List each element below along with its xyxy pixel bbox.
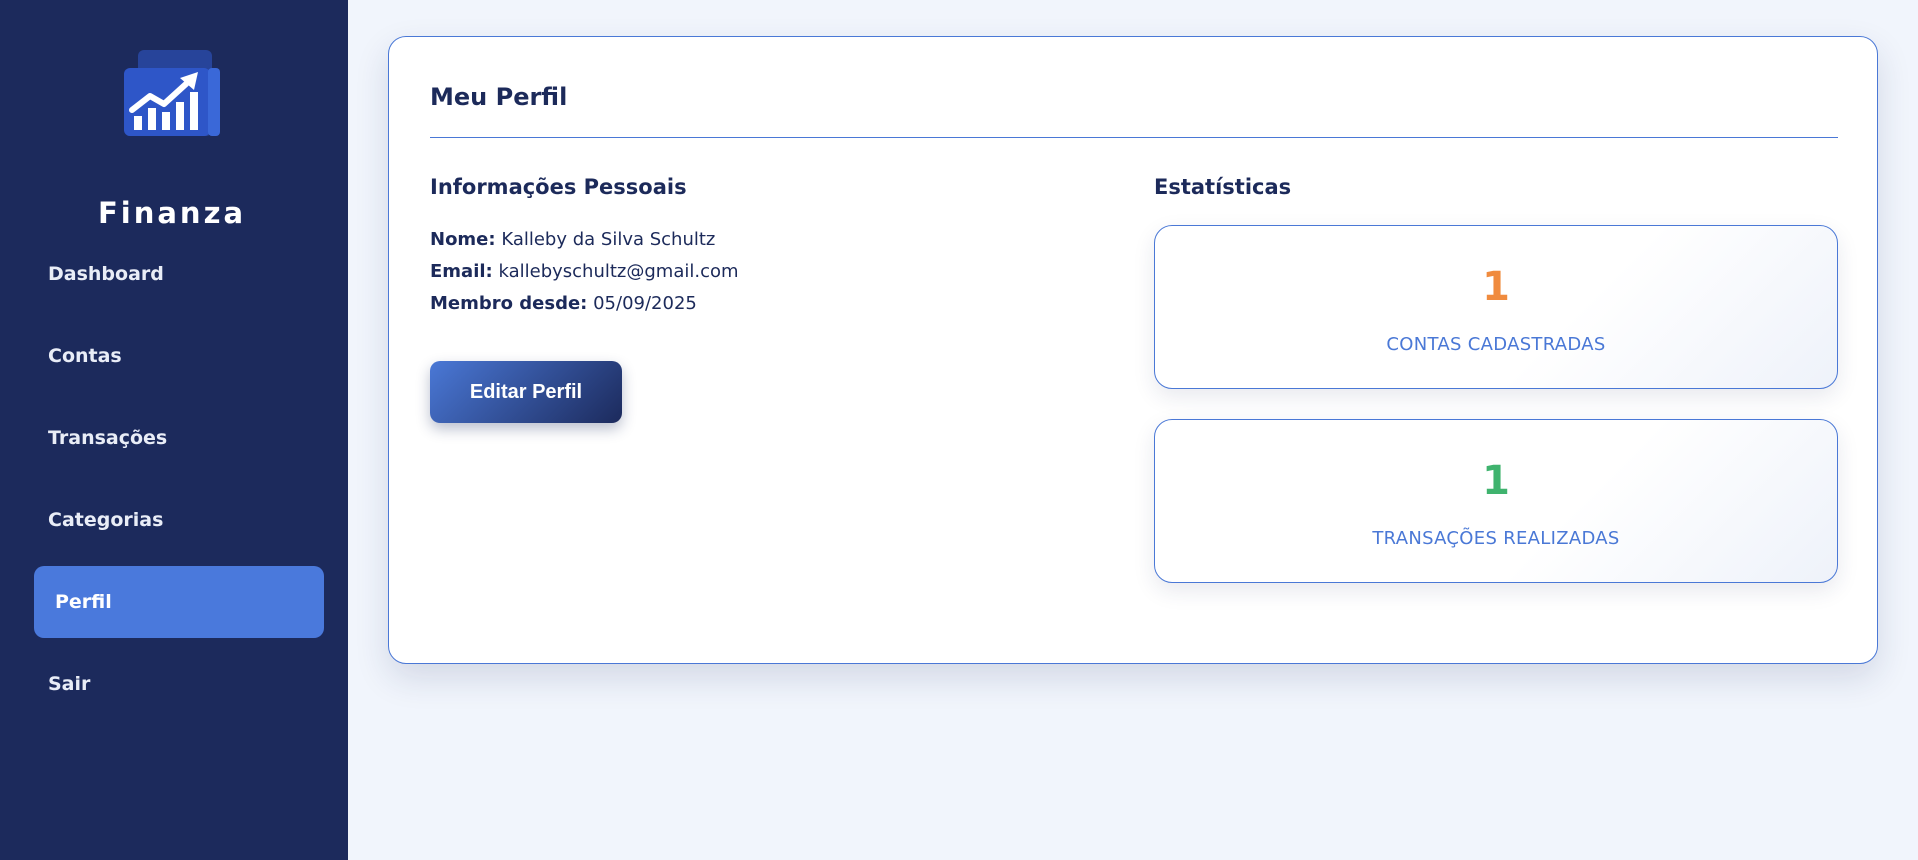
- statistics-title: Estatísticas: [1154, 175, 1292, 199]
- brand-name: Finanza: [97, 196, 247, 230]
- email-label: Email:: [430, 261, 493, 282]
- name-row: Nome: Kalleby da Silva Schultz: [430, 229, 715, 250]
- chart-growth-icon: [124, 50, 220, 138]
- page-title: Meu Perfil: [430, 83, 568, 111]
- sidebar-item-dashboard[interactable]: Dashboard: [34, 238, 324, 310]
- sidebar-item-sair[interactable]: Sair: [34, 648, 324, 720]
- sidebar-item-transacoes[interactable]: Transações: [34, 402, 324, 474]
- email-row: Email: kallebyschultz@gmail.com: [430, 261, 739, 282]
- sidebar: Finanza Dashboard Contas Transações Cate…: [0, 0, 348, 860]
- transactions-label: TRANSAÇÕES REALIZADAS: [1372, 528, 1620, 549]
- email-value: kallebyschultz@gmail.com: [498, 261, 739, 282]
- title-divider: [430, 137, 1838, 138]
- sidebar-item-categorias[interactable]: Categorias: [34, 484, 324, 556]
- profile-card: Meu Perfil Informações Pessoais Nome: Ka…: [388, 36, 1878, 664]
- sidebar-item-contas[interactable]: Contas: [34, 320, 324, 392]
- transactions-stat-card: 1 TRANSAÇÕES REALIZADAS: [1154, 419, 1838, 583]
- member-since-value: 05/09/2025: [593, 293, 697, 314]
- member-since-label: Membro desde:: [430, 293, 588, 314]
- name-value: Kalleby da Silva Schultz: [501, 229, 716, 250]
- accounts-stat-card: 1 CONTAS CADASTRADAS: [1154, 225, 1838, 389]
- transactions-count: 1: [1482, 458, 1510, 504]
- personal-info-title: Informações Pessoais: [430, 175, 687, 199]
- accounts-label: CONTAS CADASTRADAS: [1386, 334, 1606, 355]
- accounts-count: 1: [1482, 264, 1510, 310]
- sidebar-item-perfil[interactable]: Perfil: [34, 566, 324, 638]
- member-since-row: Membro desde: 05/09/2025: [430, 293, 697, 314]
- name-label: Nome:: [430, 229, 496, 250]
- edit-profile-button[interactable]: Editar Perfil: [430, 361, 622, 423]
